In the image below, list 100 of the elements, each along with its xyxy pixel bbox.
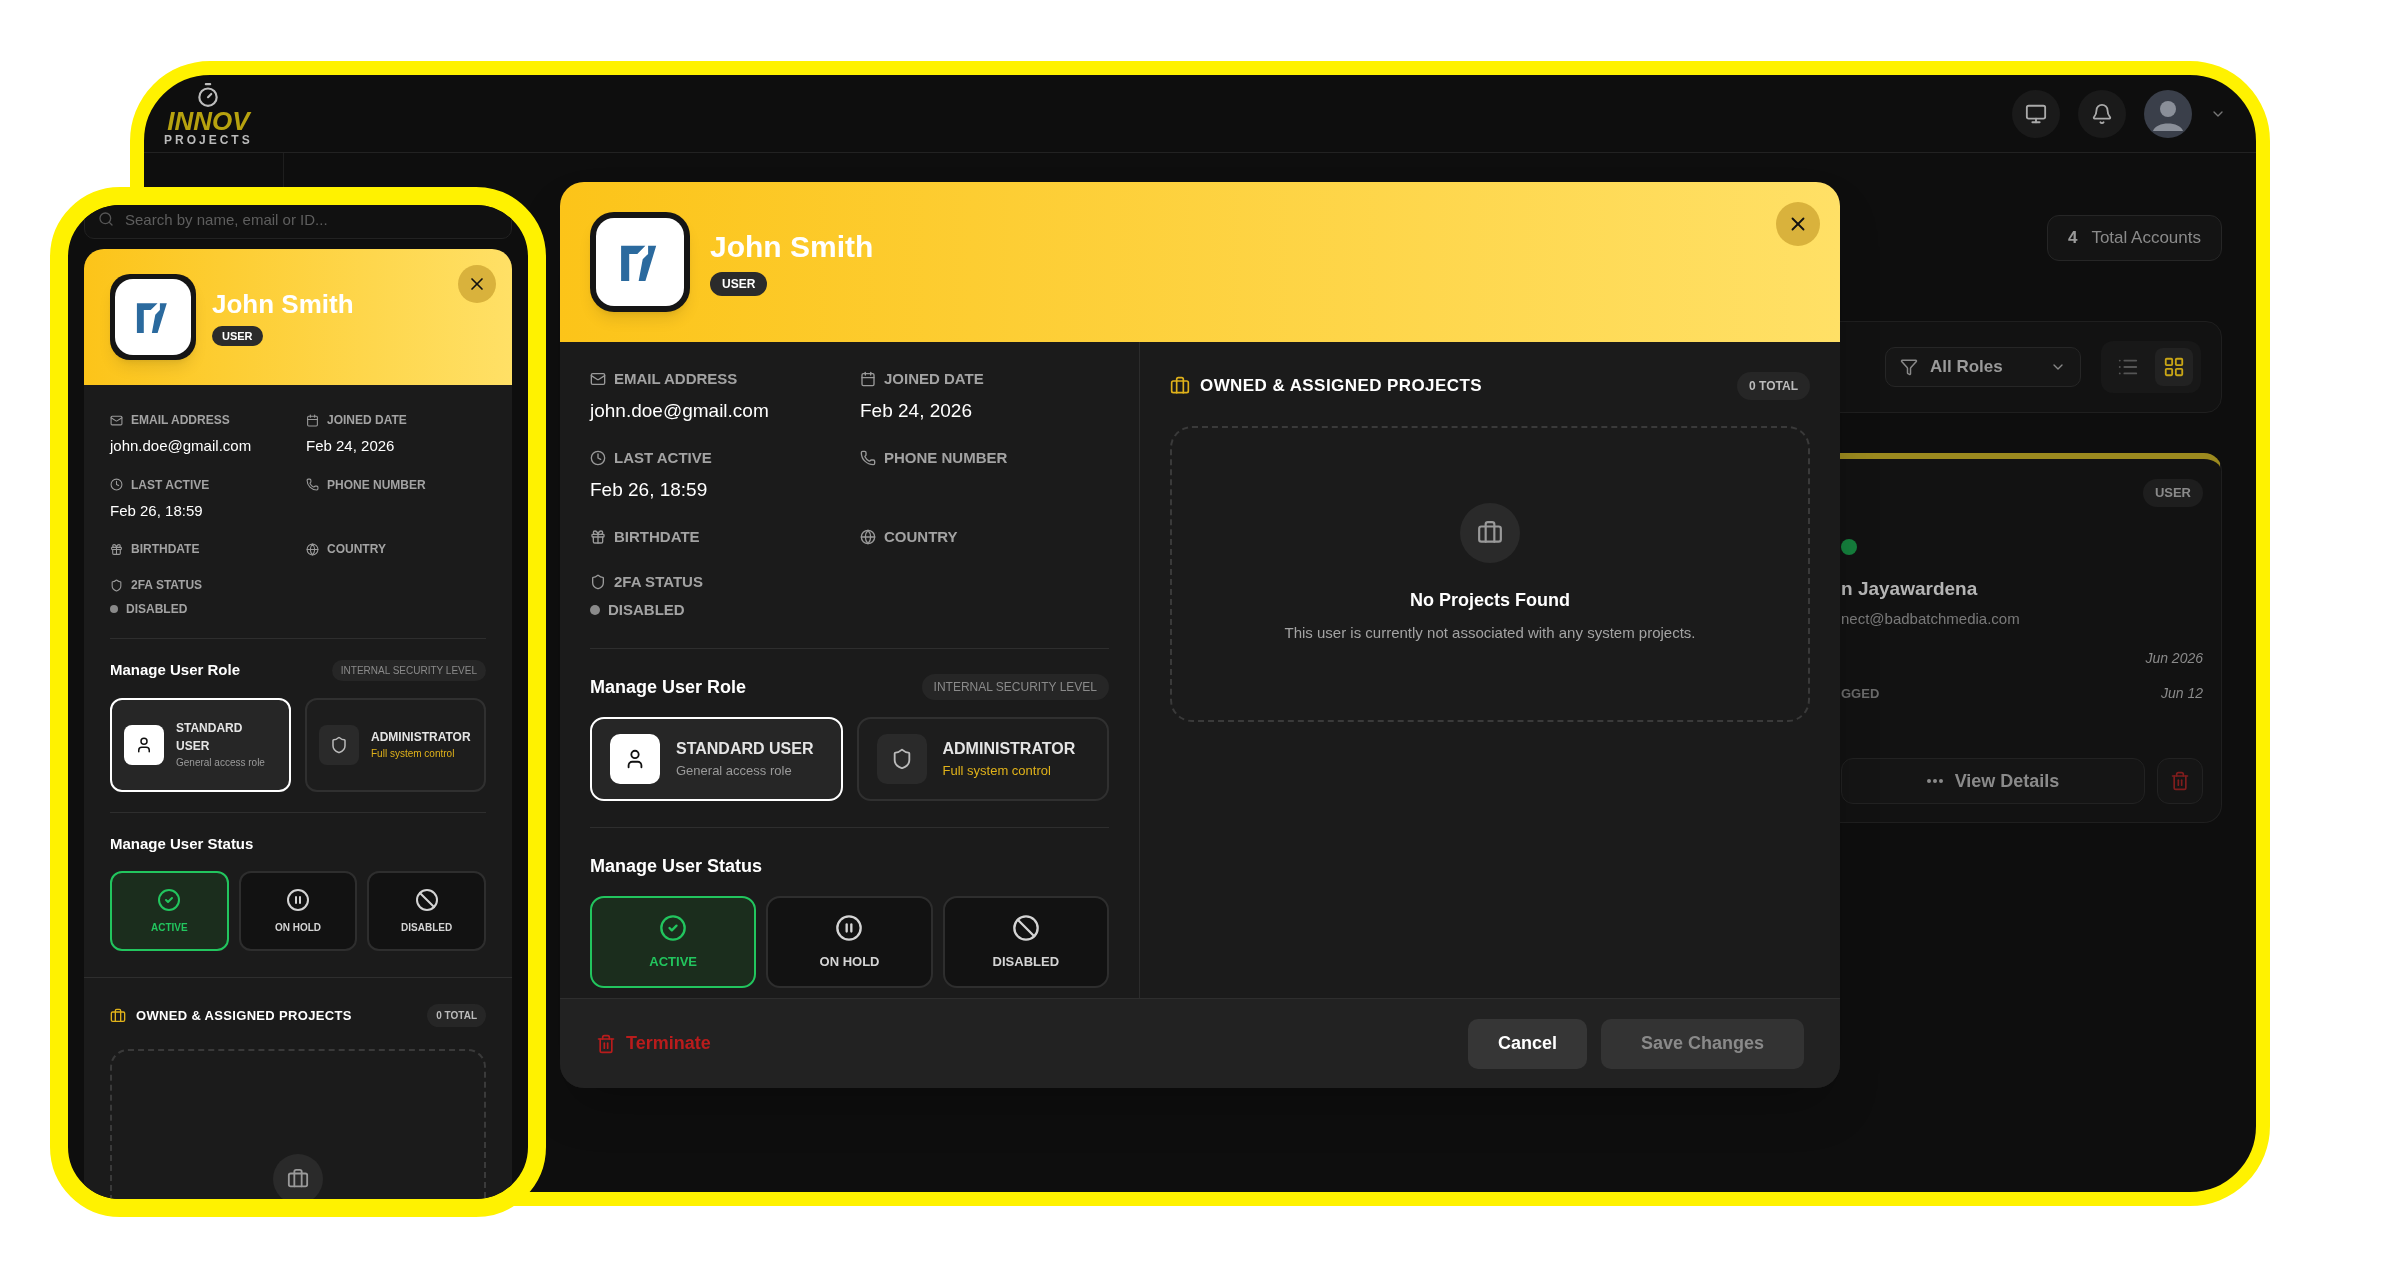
card-label: GGED (1841, 684, 1880, 703)
security-level-badge: INTERNAL SECURITY LEVEL (921, 674, 1109, 701)
close-button[interactable] (1776, 202, 1820, 246)
filter-icon (1900, 358, 1918, 376)
status-option[interactable]: ACTIVE (110, 871, 229, 951)
view-details-button[interactable]: View Details (1841, 758, 2145, 804)
section-title: Manage User Status (110, 833, 255, 854)
section-title: Manage User Status (590, 855, 764, 879)
phone-icon (860, 450, 876, 467)
field-label: 2FA STATUS (614, 571, 703, 592)
card-date: Jun 2026 (2145, 649, 2203, 668)
shield-icon (330, 735, 348, 754)
logo-tagline: PROJECTS (164, 133, 253, 146)
trash-icon (596, 1033, 616, 1054)
accounts-label: Total Accounts (2091, 227, 2201, 250)
globe-icon (860, 529, 876, 546)
status-option[interactable]: ACTIVE (590, 896, 757, 989)
security-level-badge: INTERNAL SECURITY LEVEL (331, 659, 486, 681)
count-badge: 0 TOTAL (1737, 372, 1810, 400)
status-option[interactable]: ON HOLD (238, 871, 358, 951)
monitor-icon (2025, 102, 2047, 125)
gift-icon (590, 529, 606, 546)
grid-icon (2163, 356, 2185, 378)
search-icon (98, 211, 114, 227)
status-option[interactable]: DISABLED (367, 871, 486, 951)
role-badge: USER (212, 325, 263, 346)
grid-view-button[interactable] (2155, 348, 2193, 386)
field-value: john.doe@gmail.com (110, 436, 253, 456)
role-badge: USER (710, 271, 768, 296)
cancel-button[interactable]: Cancel (1467, 1018, 1587, 1069)
clock-icon (110, 478, 123, 491)
user-name: John Smith (710, 229, 874, 266)
search-field[interactable]: Search by name, email or ID... (84, 205, 512, 239)
field-value: john.doe@gmail.com (590, 398, 770, 423)
user-email: nect@badbatchmedia.com (1841, 608, 2021, 629)
calendar-icon (860, 371, 876, 388)
role-option[interactable]: ADMINISTRATOR Full system control (305, 697, 486, 792)
check-circle-icon (659, 913, 688, 942)
section-title: Manage User Role (590, 675, 747, 699)
field-label: JOINED DATE (884, 369, 984, 389)
mail-icon (590, 371, 606, 388)
status-option[interactable]: ON HOLD (766, 896, 933, 989)
shield-icon (110, 578, 123, 592)
field-value: DISABLED (608, 600, 685, 620)
briefcase-icon (110, 1007, 126, 1024)
ban-icon (414, 887, 439, 912)
close-button[interactable] (458, 265, 496, 303)
section-title: OWNED & ASSIGNED PROJECTS (1200, 375, 1483, 398)
field-label: BIRTHDATE (131, 541, 200, 558)
field-label: 2FA STATUS (131, 577, 203, 594)
check-circle-icon (157, 887, 182, 912)
card-date: Jun 12 (2160, 684, 2203, 703)
count-badge: 0 TOTAL (427, 1004, 486, 1027)
empty-text: This user is currently not associated with any system projects. (1284, 623, 1696, 644)
trash-icon (2170, 771, 2190, 791)
calendar-icon (306, 413, 319, 427)
user-name: n Jayawardena (1841, 577, 1979, 601)
ban-icon (1011, 913, 1040, 942)
avatar-icon[interactable] (2144, 89, 2192, 138)
field-label: LAST ACTIVE (614, 448, 712, 468)
user-name: John Smith (212, 288, 354, 321)
clock-icon (590, 450, 606, 467)
section-title: OWNED & ASSIGNED PROJECTS (136, 1006, 352, 1025)
pause-icon (835, 913, 864, 942)
ellipsis-icon (1926, 779, 1943, 783)
display-button[interactable] (2012, 89, 2060, 138)
role-option[interactable]: STANDARD USER General access role (590, 716, 843, 801)
role-option[interactable]: STANDARD USER General access role (110, 697, 291, 792)
accounts-count: 4 (2067, 227, 2078, 250)
briefcase-icon (1170, 376, 1190, 396)
gift-icon (110, 542, 123, 556)
shield-icon (590, 573, 606, 590)
logo-title: INNOV (167, 107, 250, 134)
field-label: PHONE NUMBER (327, 476, 426, 494)
field-label: COUNTRY (327, 541, 386, 558)
field-label: PHONE NUMBER (884, 448, 1008, 468)
field-value: DISABLED (126, 601, 188, 618)
pause-icon (286, 887, 310, 912)
phone-icon (306, 478, 319, 491)
role-filter-dropdown[interactable]: All Roles (1885, 347, 2081, 387)
globe-icon (306, 542, 319, 556)
field-value: Feb 24, 2026 (306, 436, 396, 456)
field-label: LAST ACTIVE (131, 476, 210, 494)
field-value: Feb 26, 18:59 (110, 500, 204, 521)
field-label: EMAIL ADDRESS (131, 412, 230, 429)
field-label: JOINED DATE (327, 412, 407, 429)
field-label: BIRTHDATE (614, 527, 700, 547)
section-title: Manage User Role (110, 660, 241, 680)
status-option[interactable]: DISABLED (942, 896, 1109, 989)
user-icon (135, 735, 153, 754)
role-badge: USER (2142, 479, 2203, 507)
field-value: Feb 26, 18:59 (590, 477, 709, 502)
field-label: EMAIL ADDRESS (614, 369, 738, 389)
empty-title: No Projects Found (1410, 589, 1570, 613)
role-option[interactable]: ADMINISTRATOR Full system control (856, 716, 1109, 801)
notifications-button[interactable] (2078, 89, 2126, 138)
mail-icon (110, 413, 123, 427)
briefcase-icon (287, 1168, 309, 1190)
bell-icon (2091, 102, 2113, 125)
field-label: COUNTRY (884, 527, 958, 547)
